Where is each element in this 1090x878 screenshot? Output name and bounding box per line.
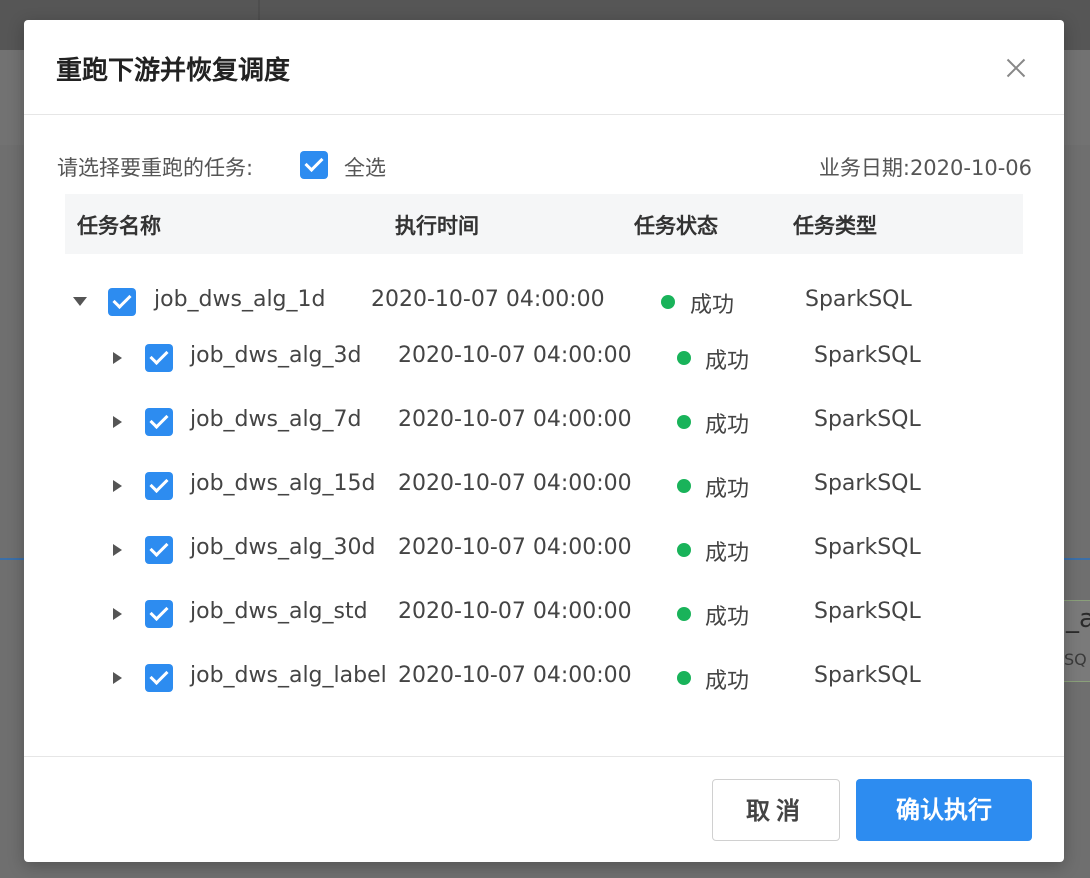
column-header-type: 任务类型	[793, 214, 877, 238]
status-success-icon	[677, 351, 691, 365]
business-date: 业务日期:2020-10-06	[818, 156, 1032, 180]
collapse-caret-icon[interactable]	[73, 297, 87, 306]
select-all-checkbox[interactable]	[300, 151, 328, 179]
task-status: 成功	[705, 669, 750, 694]
status-success-icon	[677, 671, 691, 685]
task-checkbox[interactable]	[145, 664, 173, 692]
confirm-execute-button[interactable]: 确认执行	[856, 779, 1032, 841]
background-node-text: _a	[1066, 604, 1090, 634]
table-row: job_dws_alg_7d 2020-10-07 04:00:00 成功 Sp…	[24, 402, 1064, 442]
task-name: job_dws_alg_std	[190, 599, 368, 624]
task-status: 成功	[705, 541, 750, 566]
expand-caret-icon[interactable]	[113, 608, 122, 620]
expand-caret-icon[interactable]	[113, 544, 122, 556]
table-row: job_dws_alg_3d 2020-10-07 04:00:00 成功 Sp…	[24, 338, 1064, 378]
task-type: SparkSQL	[814, 407, 921, 432]
status-success-icon	[677, 543, 691, 557]
task-status: 成功	[705, 349, 750, 374]
expand-caret-icon[interactable]	[113, 672, 122, 684]
cancel-button[interactable]: 取消	[712, 779, 840, 841]
task-select-prompt: 请选择要重跑的任务:	[57, 156, 254, 180]
task-name: job_dws_alg_30d	[190, 535, 376, 560]
task-name: job_dws_alg_label	[190, 663, 387, 688]
status-success-icon	[661, 295, 675, 309]
column-header-status: 任务状态	[634, 214, 718, 238]
task-name: job_dws_alg_15d	[190, 471, 376, 496]
task-type: SparkSQL	[805, 287, 912, 312]
task-checkbox[interactable]	[145, 472, 173, 500]
footer-divider	[24, 756, 1064, 757]
task-exec-time: 2020-10-07 04:00:00	[398, 663, 632, 688]
task-name: job_dws_alg_1d	[154, 287, 326, 312]
task-checkbox[interactable]	[145, 408, 173, 436]
table-row: job_dws_alg_30d 2020-10-07 04:00:00 成功 S…	[24, 530, 1064, 570]
column-header-exec-time: 执行时间	[395, 214, 479, 238]
task-exec-time: 2020-10-07 04:00:00	[398, 471, 632, 496]
task-status: 成功	[705, 477, 750, 502]
header-divider	[24, 114, 1064, 115]
task-exec-time: 2020-10-07 04:00:00	[398, 343, 632, 368]
table-row: job_dws_alg_std 2020-10-07 04:00:00 成功 S…	[24, 594, 1064, 634]
table-header: 任务名称 执行时间 任务状态 任务类型	[65, 194, 1023, 254]
task-exec-time: 2020-10-07 04:00:00	[398, 599, 632, 624]
table-row: job_dws_alg_label 2020-10-07 04:00:00 成功…	[24, 658, 1064, 698]
status-success-icon	[677, 607, 691, 621]
task-type: SparkSQL	[814, 471, 921, 496]
task-type: SparkSQL	[814, 535, 921, 560]
task-type: SparkSQL	[814, 599, 921, 624]
task-status: 成功	[705, 413, 750, 438]
task-status: 成功	[705, 605, 750, 630]
table-row: job_dws_alg_15d 2020-10-07 04:00:00 成功 S…	[24, 466, 1064, 506]
table-row: job_dws_alg_1d 2020-10-07 04:00:00 成功 Sp…	[24, 282, 1064, 322]
expand-caret-icon[interactable]	[113, 352, 122, 364]
task-name: job_dws_alg_7d	[190, 407, 362, 432]
close-icon[interactable]	[1002, 54, 1030, 82]
select-all-label[interactable]: 全选	[344, 152, 386, 182]
task-exec-time: 2020-10-07 04:00:00	[371, 287, 605, 312]
task-type: SparkSQL	[814, 343, 921, 368]
task-checkbox[interactable]	[145, 600, 173, 628]
task-checkbox[interactable]	[145, 536, 173, 564]
task-type: SparkSQL	[814, 663, 921, 688]
task-checkbox[interactable]	[108, 288, 136, 316]
dialog-title: 重跑下游并恢复调度	[56, 56, 291, 86]
task-exec-time: 2020-10-07 04:00:00	[398, 407, 632, 432]
task-checkbox[interactable]	[145, 344, 173, 372]
task-exec-time: 2020-10-07 04:00:00	[398, 535, 632, 560]
expand-caret-icon[interactable]	[113, 416, 122, 428]
background-node-subtext: SQ	[1064, 650, 1087, 669]
rerun-dialog: 重跑下游并恢复调度 请选择要重跑的任务: 全选 业务日期:2020-10-06 …	[24, 20, 1064, 862]
task-name: job_dws_alg_3d	[190, 343, 362, 368]
status-success-icon	[677, 479, 691, 493]
task-status: 成功	[690, 293, 735, 318]
expand-caret-icon[interactable]	[113, 480, 122, 492]
column-header-task-name: 任务名称	[77, 214, 161, 238]
status-success-icon	[677, 415, 691, 429]
